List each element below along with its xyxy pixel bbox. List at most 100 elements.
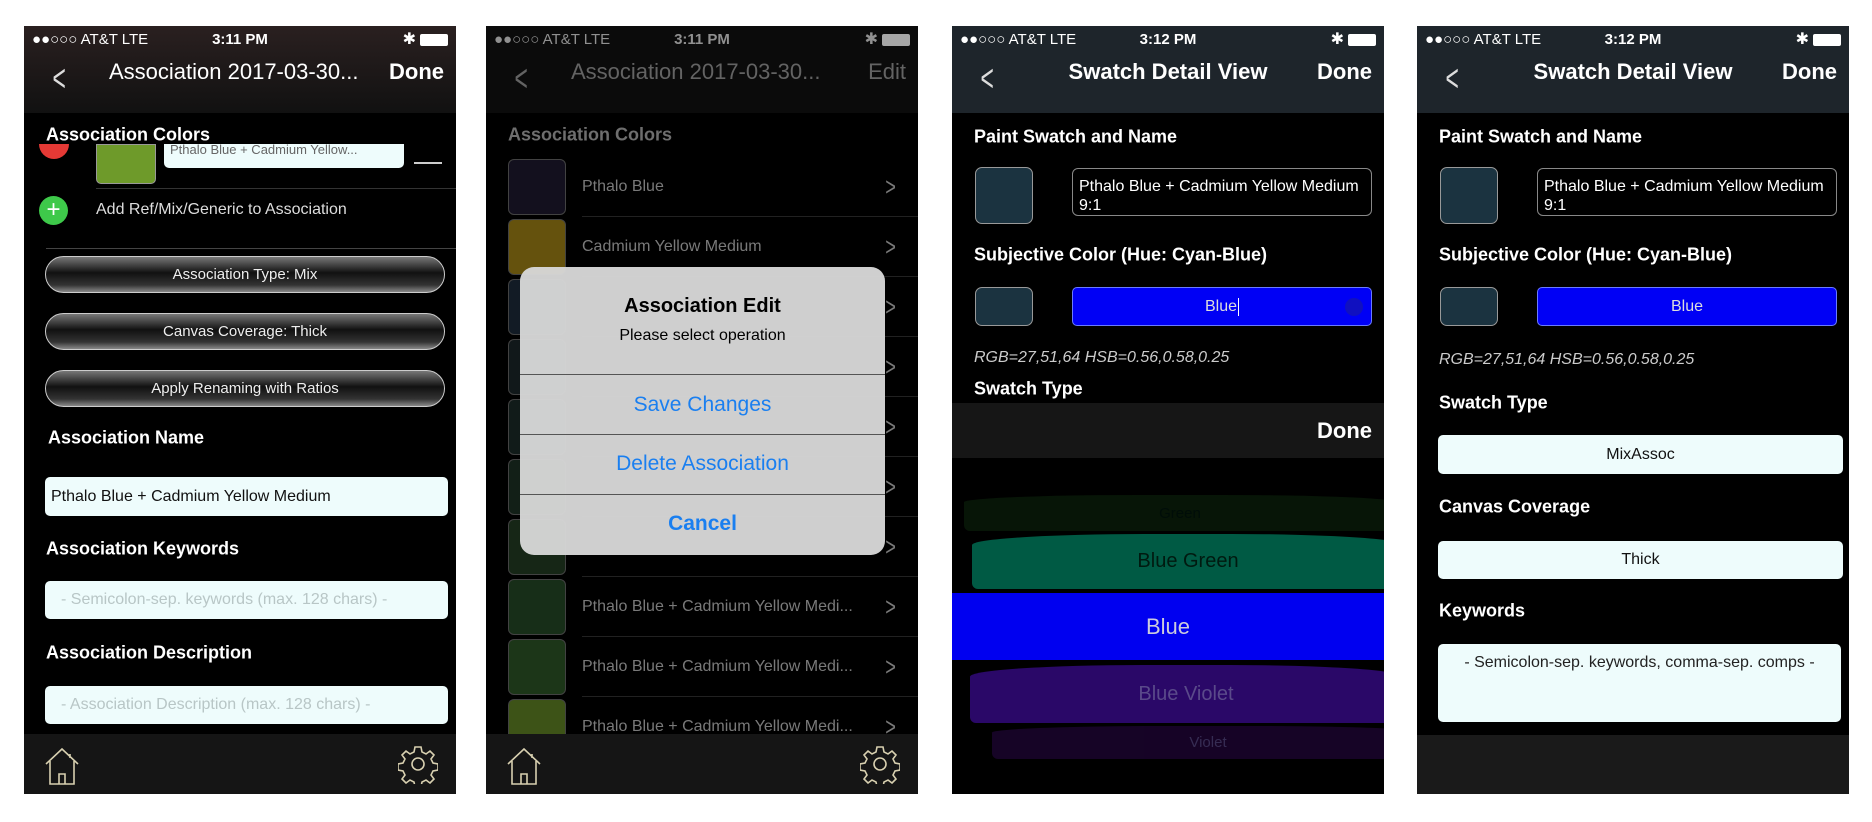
subjective-value: Blue — [1670, 297, 1704, 315]
picker-option[interactable]: Violet — [992, 726, 1384, 759]
subjective-swatch — [1440, 287, 1498, 326]
subjective-value: Blue — [1204, 297, 1238, 315]
alert-message: Please select operation — [619, 327, 786, 344]
picker-option[interactable]: Blue Violet — [970, 665, 1384, 723]
canvas-coverage-label: Canvas Coverage — [1439, 496, 1591, 517]
bluetooth-icon: ✱ — [1795, 31, 1809, 48]
phone-swatch-picker: ●●○○○ AT&T LTE 3:12 PM ✱ < Swatch Detail… — [952, 26, 1384, 794]
section-header: Association Colors — [46, 124, 211, 145]
clock: 3:12 PM — [1604, 31, 1662, 48]
add-row-label: Add Ref/Mix/Generic to Association — [96, 201, 347, 218]
gear-icon[interactable] — [398, 744, 438, 784]
save-changes-button[interactable]: Save Changes — [520, 393, 885, 417]
picker-option[interactable]: Green — [964, 495, 1384, 531]
add-row[interactable]: + Add Ref/Mix/Generic to Association — [24, 188, 456, 232]
subjective-color-label: Subjective Color (Hue: Cyan-Blue) — [974, 244, 1268, 265]
picker-option-label: Blue Green — [1137, 550, 1239, 572]
status-bar: ●●○○○ AT&T LTE 3:11 PM ✱ — [24, 26, 456, 53]
association-description-label: Association Description — [46, 642, 253, 663]
add-circle-icon[interactable]: + — [39, 196, 68, 225]
association-name-input[interactable]: Pthalo Blue + Cadmium Yellow Medium — [45, 477, 448, 516]
canvas-coverage-button[interactable]: Canvas Coverage: Thick — [45, 313, 445, 350]
done-button[interactable]: Done — [1317, 59, 1372, 85]
cancel-button[interactable]: Cancel — [520, 512, 885, 536]
apply-renaming-button[interactable]: Apply Renaming with Ratios — [45, 370, 445, 407]
picker-toolbar: Done — [952, 403, 1384, 458]
name-value: Pthalo Blue + Cadmium Yellow Medium — [51, 487, 331, 505]
status-bar: ●●○○○ AT&T LTE 3:12 PM ✱ — [1417, 26, 1849, 53]
coverage-value: Thick — [1621, 551, 1660, 568]
swatch-name: Pthalo Blue + Cadmium Yellow Medium 9:1 — [1544, 178, 1824, 214]
button-label: Apply Renaming with Ratios — [151, 380, 339, 397]
battery-icon — [420, 34, 448, 46]
gear-icon[interactable] — [860, 744, 900, 784]
clear-text-icon[interactable] — [1345, 298, 1363, 316]
subjective-color-input[interactable]: Blue — [1537, 287, 1837, 326]
delete-circle-icon[interactable] — [39, 144, 69, 159]
swatch-name-input[interactable]: Pthalo Blue + Cadmium Yellow Medium 9:1 — [1072, 168, 1372, 216]
keywords-textarea[interactable]: - Semicolon-sep. keywords, comma-sep. co… — [1438, 644, 1841, 722]
association-type-button[interactable]: Association Type: Mix — [45, 256, 445, 293]
keywords-placeholder: - Semicolon-sep. keywords (max. 128 char… — [61, 591, 388, 608]
reorder-handle[interactable] — [414, 162, 442, 164]
swatch-name: Pthalo Blue + Cadmium Yellow Medium 9:1 — [1079, 178, 1359, 214]
home-icon[interactable] — [504, 746, 544, 786]
back-chevron-icon[interactable]: < — [52, 60, 65, 98]
phone-swatch-detail: ●●○○○ AT&T LTE 3:12 PM ✱ < Swatch Detail… — [1417, 26, 1849, 794]
button-label: Canvas Coverage: Thick — [163, 323, 327, 340]
tab-bar — [486, 734, 918, 794]
status-bar: ●●○○○ AT&T LTE 3:12 PM ✱ — [952, 26, 1384, 53]
paint-swatch[interactable] — [975, 167, 1033, 224]
nav-bar: ●●○○○ AT&T LTE 3:12 PM ✱ < Swatch Detail… — [952, 26, 1384, 113]
picker-done-button[interactable]: Done — [1317, 418, 1372, 444]
description-placeholder: - Association Description (max. 128 char… — [61, 696, 371, 713]
phone-association-edit: ●●○○○ AT&T LTE 3:11 PM ✱ < Association 2… — [24, 26, 456, 794]
keywords-label: Keywords — [1439, 600, 1526, 621]
home-icon[interactable] — [42, 746, 82, 786]
paint-swatch[interactable] — [1440, 167, 1498, 224]
association-keywords-input[interactable]: - Semicolon-sep. keywords (max. 128 char… — [45, 581, 448, 619]
battery-icon — [1813, 34, 1841, 46]
ratio-field[interactable]: Pthalo Blue + Cadmium Yellow... — [164, 144, 404, 168]
bluetooth-icon: ✱ — [1330, 31, 1344, 48]
done-button[interactable]: Done — [389, 59, 444, 85]
nav-title: Association 2017-03-30... — [109, 59, 359, 84]
delete-association-button[interactable]: Delete Association — [520, 452, 885, 476]
swatch-type-selector[interactable]: MixAssoc — [1438, 435, 1843, 474]
picker-option[interactable]: Blue — [952, 593, 1384, 660]
canvas-coverage-selector[interactable]: Thick — [1438, 541, 1843, 579]
picker-option-label: Violet — [1189, 734, 1227, 751]
paint-swatch-label: Paint Swatch and Name — [974, 126, 1178, 147]
done-button[interactable]: Done — [1782, 59, 1837, 85]
nav-bar: ●●○○○ AT&T LTE 3:11 PM ✱ < Association 2… — [24, 26, 456, 113]
subjective-color-label: Subjective Color (Hue: Cyan-Blue) — [1439, 244, 1733, 265]
picker-option-label: Blue Violet — [1138, 682, 1234, 705]
clock: 3:11 PM — [212, 31, 268, 48]
association-name-label: Association Name — [48, 427, 205, 448]
battery-icon — [1348, 34, 1376, 46]
swatch-type-label: Swatch Type — [1439, 392, 1548, 413]
association-edit-alert: Association Edit Please select operation… — [520, 267, 885, 555]
association-keywords-label: Association Keywords — [46, 538, 240, 559]
clock: 3:12 PM — [1139, 31, 1197, 48]
paint-swatch-label: Paint Swatch and Name — [1439, 126, 1643, 147]
alert-title: Association Edit — [624, 295, 781, 317]
rgb-hsb-readout: RGB=27,51,64 HSB=0.56,0.58,0.25 — [974, 349, 1230, 366]
picker-option[interactable]: Blue Green — [972, 534, 1384, 589]
swatch-name-input[interactable]: Pthalo Blue + Cadmium Yellow Medium 9:1 — [1537, 168, 1837, 216]
ratio-text: Pthalo Blue + Cadmium Yellow... — [170, 144, 358, 157]
bluetooth-icon: ✱ — [402, 31, 416, 48]
button-label: Association Type: Mix — [172, 266, 318, 283]
phone-association-detail: ●●○○○ AT&T LTE 3:11 PM ✱ < Association 2… — [486, 26, 918, 794]
bottom-bar — [1417, 735, 1849, 794]
keywords-placeholder: - Semicolon-sep. keywords, comma-sep. co… — [1464, 654, 1815, 671]
subjective-swatch — [975, 287, 1033, 326]
association-description-input[interactable]: - Association Description (max. 128 char… — [45, 686, 448, 724]
picker-option-label: Green — [1159, 504, 1201, 522]
rgb-hsb-readout: RGB=27,51,64 HSB=0.56,0.58,0.25 — [1439, 351, 1695, 368]
subjective-color-input[interactable]: Blue — [1072, 287, 1372, 326]
color-swatch — [96, 144, 156, 184]
swatch-type-value: MixAssoc — [1606, 445, 1675, 463]
color-picker-wheel[interactable]: Green Blue Green Blue Blue Violet Violet — [952, 458, 1384, 794]
tab-bar — [24, 734, 456, 794]
